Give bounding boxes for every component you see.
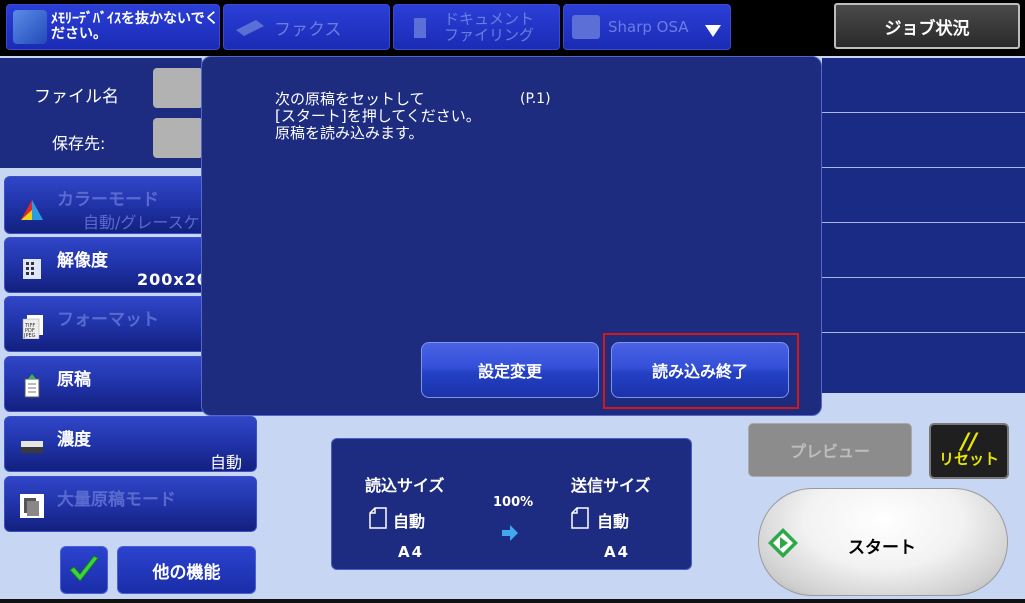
job-status-label: ジョブ状況	[884, 18, 970, 39]
start-diamond-icon	[768, 528, 798, 558]
other-functions-button[interactable]: 他の機能	[117, 546, 256, 594]
resolution-icon	[23, 259, 41, 279]
list-row	[822, 168, 1025, 223]
scan-paper-label: A4	[398, 543, 425, 561]
change-settings-button[interactable]: 設定変更	[421, 342, 599, 398]
density-name: 濃度	[57, 430, 91, 450]
change-settings-label: 設定変更	[477, 362, 542, 381]
start-label: スタート	[848, 538, 916, 558]
color-mode-name: カラーモード	[57, 190, 159, 210]
list-row	[822, 278, 1025, 333]
list-row	[822, 223, 1025, 278]
size-info-panel: 読込サイズ 送信サイズ 100% 自動 自動 A4 A4	[331, 438, 692, 570]
file-name-label: ファイル名	[34, 87, 119, 107]
dropdown-arrow-icon[interactable]	[704, 24, 722, 38]
ratio-label: 100%	[493, 495, 534, 510]
confirm-check-button[interactable]	[60, 546, 108, 594]
save-to-input[interactable]	[153, 118, 203, 158]
tab-fax[interactable]: ファクス	[223, 4, 390, 50]
reset-slash-icon: //	[960, 430, 978, 455]
tab-sharp-osa[interactable]: Sharp OSA	[563, 4, 731, 50]
send-mode-label: 自動	[597, 512, 630, 531]
preview-button[interactable]: プレビュー	[748, 423, 912, 477]
list-row	[822, 333, 1025, 388]
original-icon	[24, 374, 40, 398]
dialog-message: 次の原稿をセットして [スタート]を押してください。 原稿を読み込みます。	[275, 91, 481, 142]
tab-osa-label: Sharp OSA	[608, 18, 689, 36]
paper-icon	[571, 507, 589, 529]
tab-fax-label: ファクス	[274, 19, 342, 40]
send-paper-label: A4	[604, 543, 631, 561]
start-button[interactable]: スタート	[758, 488, 1008, 596]
tab-document-filing-label: ドキュメント ファイリング	[444, 10, 535, 44]
density-icon	[21, 441, 43, 453]
tab-document-filing[interactable]: ドキュメント ファイリング	[393, 4, 560, 50]
fax-icon	[236, 20, 264, 36]
dialog-message-line: 原稿を読み込みます。	[275, 124, 424, 142]
paper-icon	[369, 507, 387, 529]
svg-text:JPEG: JPEG	[23, 333, 36, 339]
dialog-message-line: [スタート]を押してください。	[275, 107, 481, 125]
reset-label: リセット	[938, 450, 999, 468]
job-status-button[interactable]: ジョブ状況	[834, 3, 1020, 49]
memory-warning-text: ﾒﾓﾘｰﾃﾞﾊﾞｲｽを抜かないでください。	[51, 11, 219, 42]
osa-icon	[572, 15, 600, 39]
format-icon: TIFFPDFJPEG	[22, 315, 43, 339]
density-value: 自動	[209, 453, 242, 472]
format-name: フォーマット	[57, 310, 159, 330]
dialog-message-line: 次の原稿をセットして	[275, 90, 425, 108]
color-mode-icon	[21, 200, 43, 220]
highlight-box	[603, 333, 799, 409]
other-functions-label: 他の機能	[152, 562, 221, 583]
file-name-input[interactable]	[153, 68, 203, 108]
reset-button[interactable]: // リセット	[929, 423, 1009, 479]
checkmark-icon	[69, 555, 99, 582]
bulk-original-mode-button[interactable]: 大量原稿モード	[4, 476, 257, 532]
preview-label: プレビュー	[789, 442, 870, 461]
page-indicator: (P.1)	[520, 91, 551, 107]
bulk-original-icon	[20, 494, 44, 518]
file-info-panel: ファイル名 保存先:	[0, 58, 203, 168]
original-name: 原稿	[57, 370, 91, 390]
send-size-label: 送信サイズ	[571, 476, 651, 495]
bulk-original-name: 大量原稿モード	[57, 490, 176, 510]
list-row	[822, 58, 1025, 113]
density-button[interactable]: 濃度 自動	[4, 416, 257, 472]
scan-size-label: 読込サイズ	[365, 476, 445, 495]
bottom-border	[0, 599, 1025, 603]
right-list-panel	[822, 58, 1025, 393]
list-row	[822, 113, 1025, 168]
scan-mode-label: 自動	[393, 512, 426, 531]
save-to-label: 保存先:	[52, 134, 106, 153]
tab-scan-memory[interactable]: ﾒﾓﾘｰﾃﾞﾊﾞｲｽを抜かないでください。	[6, 4, 220, 50]
scan-icon	[13, 10, 47, 44]
arrow-right-icon	[502, 525, 518, 541]
resolution-name: 解像度	[57, 251, 108, 271]
document-filing-icon	[414, 18, 426, 38]
